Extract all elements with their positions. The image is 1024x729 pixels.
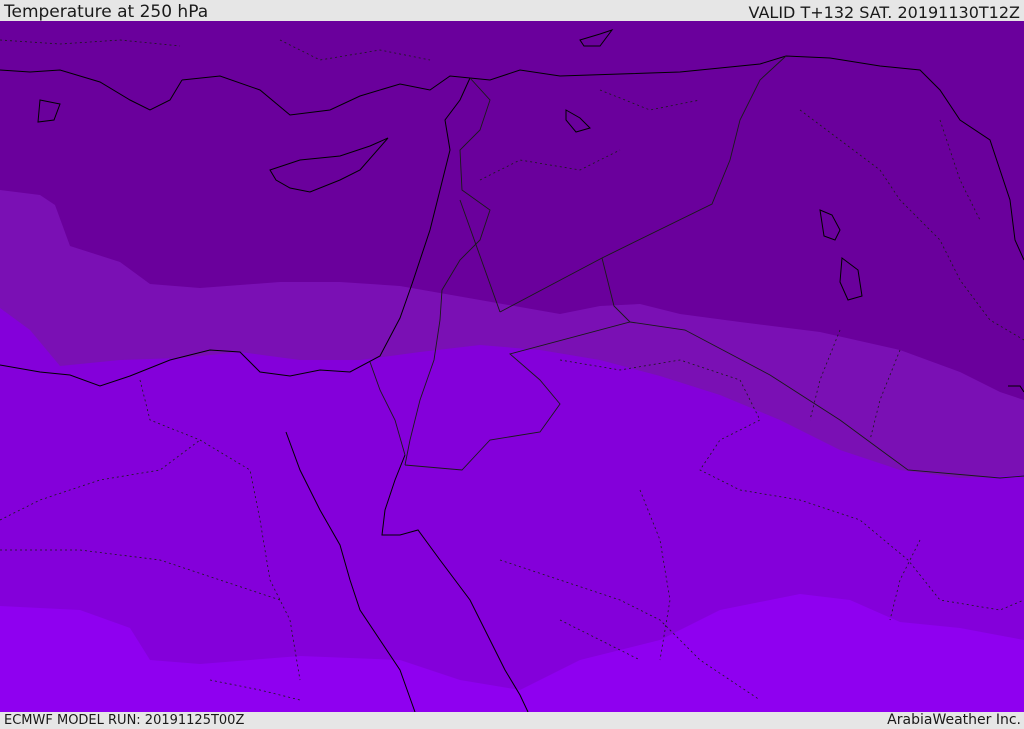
model-run: ECMWF MODEL RUN: 20191125T00Z: [4, 713, 245, 728]
footer-bar: ECMWF MODEL RUN: 20191125T00Z ArabiaWeat…: [0, 712, 1024, 729]
valid-time: VALID T+132 SAT. 20191130T12Z: [748, 3, 1020, 22]
temperature-map: [0, 21, 1024, 712]
header-bar: Temperature at 250 hPa VALID T+132 SAT. …: [0, 0, 1024, 22]
map-panel[interactable]: [0, 21, 1024, 712]
credit: ArabiaWeather Inc.: [887, 712, 1021, 728]
map-title: Temperature at 250 hPa: [4, 2, 209, 22]
